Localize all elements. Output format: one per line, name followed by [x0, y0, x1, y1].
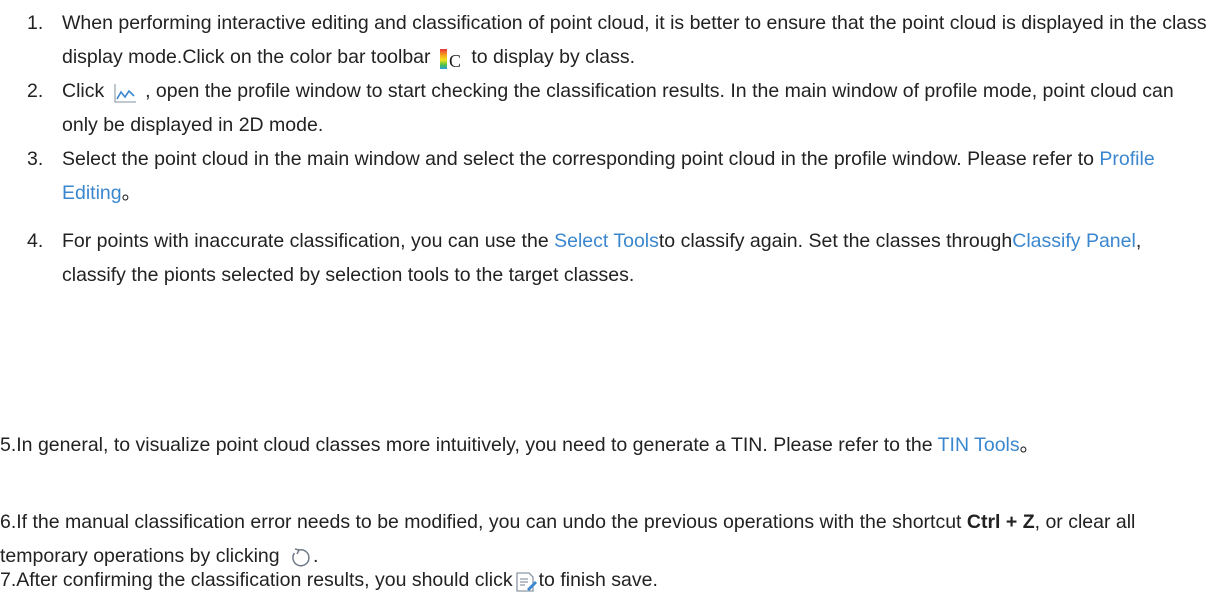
step-text: For points with inaccurate classificatio… — [62, 230, 555, 252]
paragraph-text-end: 。 — [1019, 434, 1040, 456]
select-tools-link[interactable]: Select Tools — [554, 230, 659, 252]
step-number: 2. — [27, 80, 44, 102]
step-item-2: 2. Click , open the profile window to st… — [24, 74, 1209, 142]
steps-list: 1. When performing interactive editing a… — [24, 6, 1209, 292]
step-text-end: to display by class. — [471, 46, 636, 68]
step-text-end: , open the profile window to start check… — [62, 80, 1174, 136]
save-icon — [514, 570, 538, 592]
tin-tools-link[interactable]: TIN Tools — [938, 434, 1020, 456]
document-body: 1. When performing interactive editing a… — [0, 0, 1213, 601]
step-item-3: 3. Select the point cloud in the main wi… — [24, 142, 1209, 210]
paragraph-text-end: to finish save. — [538, 569, 658, 591]
paragraph-7: 7.After confirming the classification re… — [0, 563, 1200, 597]
paragraph-text: 7.After confirming the classification re… — [0, 569, 513, 591]
paragraph-text: 6.If the manual classification error nee… — [0, 511, 967, 533]
shortcut-text: Ctrl + Z — [966, 511, 1035, 533]
step-item-4: 4. For points with inaccurate classifica… — [24, 224, 1209, 292]
step-number: 1. — [27, 12, 44, 34]
svg-text:C: C — [449, 51, 461, 70]
step-text-mid: to classify again. Set the classes throu… — [658, 230, 1013, 252]
step-number: 3. — [27, 148, 44, 170]
profile-icon — [112, 81, 138, 103]
paragraph-5: 5.In general, to visualize point cloud c… — [0, 428, 1200, 462]
colorbar-class-icon: C — [438, 47, 464, 71]
paragraph-text: 5.In general, to visualize point cloud c… — [0, 434, 938, 456]
step-item-1: 1. When performing interactive editing a… — [24, 6, 1209, 74]
step-text: Select the point cloud in the main windo… — [62, 148, 1100, 170]
step-number: 4. — [27, 230, 44, 252]
step-text: Click — [62, 80, 105, 102]
step-text-end: 。 — [121, 182, 142, 204]
classify-panel-link[interactable]: Classify Panel — [1012, 230, 1136, 252]
